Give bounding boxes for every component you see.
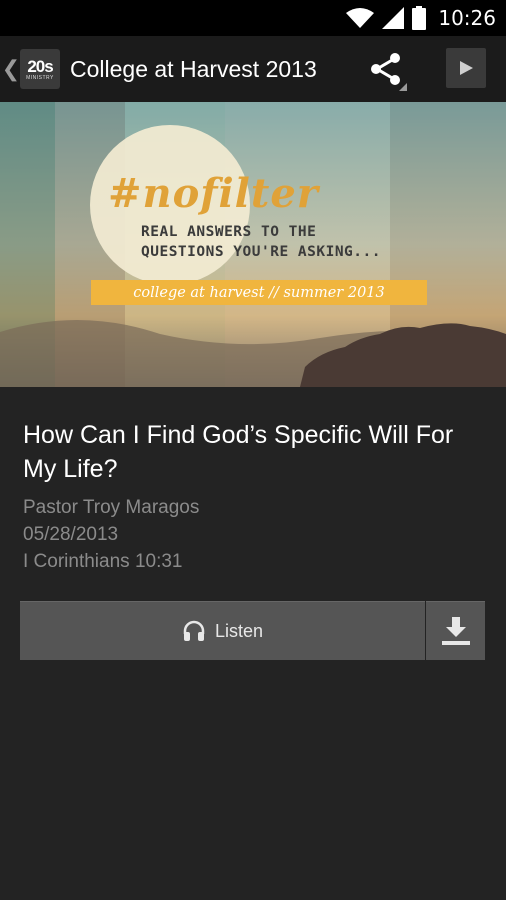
download-icon (441, 617, 470, 645)
download-button[interactable] (426, 601, 485, 660)
share-icon (371, 53, 407, 91)
sermon-banner-image: #nofilter REAL ANSWERS TO THE QUESTIONS … (0, 102, 506, 387)
listen-button[interactable]: Listen (20, 601, 425, 660)
play-icon (460, 61, 473, 75)
sermon-title: How Can I Find God’s Specific Will For M… (23, 421, 454, 483)
banner-tagline-line1: REAL ANSWERS TO THE (141, 224, 317, 240)
clock: 10:26 (438, 6, 496, 30)
wifi-icon (346, 8, 375, 28)
battery-icon (412, 6, 427, 30)
page-title: College at Harvest 2013 (70, 55, 317, 82)
app-logo[interactable]: 20s MINISTRY (20, 49, 60, 89)
banner-tagline: REAL ANSWERS TO THE QUESTIONS YOU'RE ASK… (141, 222, 381, 262)
sermon-scripture: I Corinthians 10:31 (23, 551, 183, 572)
banner-ribbon: college at harvest // summer 2013 (91, 280, 427, 305)
sermon-date: 05/28/2013 (23, 524, 119, 545)
status-bar: 10:26 (0, 0, 506, 36)
logo-text: 20s (27, 56, 53, 76)
share-button[interactable] (362, 36, 412, 102)
banner-hashtag: #nofilter (108, 170, 319, 217)
banner-tagline-line2: QUESTIONS YOU'RE ASKING... (141, 244, 381, 260)
action-bar: ❮ 20s MINISTRY College at Harvest 2013 (0, 36, 506, 102)
listen-label: Listen (214, 620, 264, 641)
cell-signal-icon (382, 7, 405, 29)
logo-subtext: MINISTRY (26, 74, 54, 81)
play-button[interactable] (446, 48, 486, 88)
sermon-speaker: Pastor Troy Maragos (23, 497, 200, 518)
headphones-icon (183, 620, 205, 641)
up-navigation-icon[interactable]: ❮ (2, 36, 20, 102)
